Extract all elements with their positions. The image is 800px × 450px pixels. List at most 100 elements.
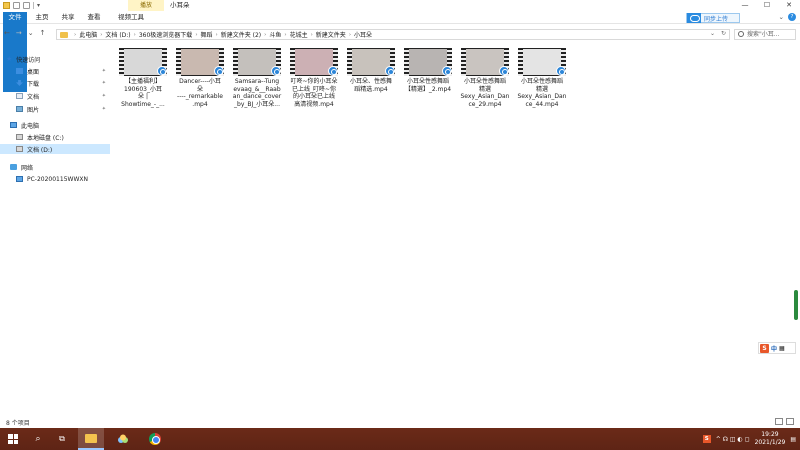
file-name: 叮咚~你的小耳朵 已上线_叮咚~你 的小耳朵已上线 高清视频.mp4 xyxy=(290,78,338,108)
quick-access-toolbar: ▾ xyxy=(3,2,40,9)
ime-toolbar[interactable]: S 中 ▦ xyxy=(758,342,796,354)
nav-doc-drive[interactable]: 文档 (D:) xyxy=(0,144,110,154)
ribbon-help-area: ⌄ ? xyxy=(779,13,796,21)
computer-icon xyxy=(16,176,23,182)
up-arrow-icon[interactable]: ↑ xyxy=(40,29,46,37)
new-folder-icon[interactable] xyxy=(23,2,30,9)
tab-video-tools[interactable]: 视频工具 xyxy=(114,12,148,23)
drive-icon xyxy=(16,134,23,140)
expand-ribbon-icon[interactable]: ⌄ xyxy=(779,13,784,21)
sync-status-icon xyxy=(556,66,566,76)
nav-label: 此电脑 xyxy=(21,122,40,130)
maximize-button[interactable]: ☐ xyxy=(756,0,778,11)
sync-upload-button[interactable]: 同步上传 xyxy=(686,13,740,23)
tab-home[interactable]: 主页 xyxy=(32,12,52,23)
properties-icon[interactable] xyxy=(13,2,20,9)
context-tab-play[interactable]: 播放 xyxy=(128,0,164,11)
nav-this-pc[interactable]: 此电脑 xyxy=(10,120,110,130)
file-item[interactable]: 小耳朵性感舞蹈 【精選】_2.mp4 xyxy=(397,48,453,128)
breadcrumb-360-downloads[interactable]: 360极速浏览器下载 xyxy=(139,30,192,39)
sync-status-icon xyxy=(442,66,452,76)
item-count: 8 个项目 xyxy=(6,420,30,427)
help-icon[interactable]: ? xyxy=(788,13,796,21)
nav-label: 文档 (D:) xyxy=(27,146,53,154)
nav-downloads[interactable]: 下载 ✦ xyxy=(16,78,110,88)
scroll-handle[interactable] xyxy=(794,290,798,320)
chevron-right-icon: › xyxy=(215,31,218,38)
tray-icons[interactable]: ^ ☊ ◫ ◐ ◻ xyxy=(716,436,750,443)
breadcrumb-current[interactable]: 小耳朵 xyxy=(354,30,372,39)
cloud-icon xyxy=(118,434,128,443)
file-name: 小耳朵性感舞蹈 精選 Sexy_Asian_Dan ce_44.mp4 xyxy=(517,78,567,108)
breadcrumb-douyu[interactable]: 斗鱼 xyxy=(269,30,281,39)
taskbar-browser[interactable] xyxy=(142,428,168,450)
windows-logo-icon xyxy=(8,434,18,444)
large-icons-view-icon[interactable] xyxy=(786,418,794,425)
forward-arrow-icon[interactable]: → xyxy=(16,29,22,37)
recent-locations-icon[interactable]: ⌄ xyxy=(28,29,34,37)
breadcrumb-dance[interactable]: 舞蹈 xyxy=(201,30,213,39)
sync-status-icon xyxy=(499,66,509,76)
chevron-right-icon: › xyxy=(195,31,198,38)
ime-settings-icon: ▦ xyxy=(779,344,785,352)
sogou-icon[interactable]: S xyxy=(702,435,711,443)
file-item[interactable]: 小耳朵性感舞蹈 精選 Sexy_Asian_Dan ce_29.mp4 xyxy=(454,48,510,128)
nav-label: 下载 xyxy=(27,80,40,88)
breadcrumb-d-drive[interactable]: 文档 (D:) xyxy=(105,30,130,39)
file-item[interactable]: Samsara--Tung evaag_&__Raab an_dance_cov… xyxy=(226,48,282,128)
file-item[interactable]: 小耳朵、性感舞 蹈精选.mp4 xyxy=(340,48,396,128)
taskbar-file-explorer[interactable] xyxy=(78,428,104,450)
minimize-button[interactable]: — xyxy=(734,0,756,11)
cloud-icon xyxy=(687,13,701,23)
file-item[interactable]: 【主播福利】 190603_小耳 朵 | Showtime_-_... xyxy=(112,48,168,128)
close-button[interactable]: ✕ xyxy=(778,0,800,11)
taskbar-cloud-app[interactable] xyxy=(110,428,136,450)
explorer-window: ▾ 播放 小耳朵 — ☐ ✕ 文件 主页 共享 查看 视频工具 同步上传 ⌄ ?… xyxy=(0,0,800,428)
drive-icon xyxy=(16,146,23,152)
breadcrumb-new-folder[interactable]: 新建文件夹 xyxy=(316,30,346,39)
chevron-right-icon: › xyxy=(100,31,103,38)
tab-view[interactable]: 查看 xyxy=(84,12,104,23)
address-actions: ⌄ ↻ xyxy=(707,30,729,39)
nav-documents[interactable]: 文档 ✦ xyxy=(16,91,110,101)
breadcrumb-huachengzhu[interactable]: 花城主 xyxy=(290,30,308,39)
breadcrumb-new-folder-2[interactable]: 新建文件夹 (2) xyxy=(221,30,261,39)
toolbar-divider xyxy=(33,2,34,9)
tab-share[interactable]: 共享 xyxy=(58,12,78,23)
nav-network[interactable]: 网络 xyxy=(10,162,110,172)
search-icon[interactable]: ⌕ xyxy=(26,428,50,450)
chevron-down-icon[interactable]: ⌄ xyxy=(710,30,715,39)
nav-quick-access[interactable]: ★ 快速访问 xyxy=(6,54,110,64)
file-grid: 【主播福利】 190603_小耳 朵 | Showtime_-_... Dance… xyxy=(112,46,792,416)
folder-icon xyxy=(85,433,97,443)
back-arrow-icon[interactable]: ← xyxy=(4,29,10,37)
sync-status-icon xyxy=(214,66,224,76)
refresh-icon[interactable]: ↻ xyxy=(721,30,726,39)
start-button[interactable] xyxy=(0,428,26,450)
file-name: 小耳朵性感舞蹈 精選 Sexy_Asian_Dan ce_29.mp4 xyxy=(460,78,510,108)
file-item[interactable]: 小耳朵性感舞蹈 精選 Sexy_Asian_Dan ce_44.mp4 xyxy=(511,48,567,128)
breadcrumb-this-pc[interactable]: 此电脑 xyxy=(79,30,97,39)
taskbar: ⌕ ⧉ S ^ ☊ ◫ ◐ ◻ 19:29 2021/1/29 ▤ xyxy=(0,428,800,450)
details-view-icon[interactable] xyxy=(775,418,783,425)
notification-icon[interactable]: ▤ xyxy=(790,436,796,443)
nav-desktop[interactable]: 桌面 ✦ xyxy=(16,66,110,76)
customize-toolbar-icon[interactable]: ▾ xyxy=(37,2,40,9)
nav-label: PC-20200115WWXN xyxy=(27,175,88,183)
folder-icon[interactable] xyxy=(3,2,10,9)
address-bar[interactable]: › 此电脑 › 文档 (D:) › 360极速浏览器下载 › 舞蹈 › 新建文件… xyxy=(56,29,730,40)
file-name: 小耳朵、性感舞 蹈精选.mp4 xyxy=(349,78,392,93)
task-view-icon[interactable]: ⧉ xyxy=(50,428,74,450)
file-item[interactable]: 叮咚~你的小耳朵 已上线_叮咚~你 的小耳朵已上线 高清视频.mp4 xyxy=(283,48,339,128)
clock[interactable]: 19:29 2021/1/29 xyxy=(755,431,786,447)
search-input[interactable]: 搜索"小耳... xyxy=(734,29,796,40)
nav-pc-name[interactable]: PC-20200115WWXN xyxy=(16,174,110,184)
nav-pictures[interactable]: 图片 ✦ xyxy=(16,104,110,114)
pin-icon: ✦ xyxy=(101,68,106,74)
document-icon xyxy=(16,93,23,99)
chevron-right-icon: › xyxy=(133,31,136,38)
window-controls: — ☐ ✕ xyxy=(734,0,800,11)
file-name: 小耳朵性感舞蹈 【精選】_2.mp4 xyxy=(404,78,452,93)
file-item[interactable]: Dancer----小耳 朵 ----_remarkable .mp4 xyxy=(169,48,225,128)
nav-local-disk[interactable]: 本地磁盘 (C:) xyxy=(16,132,110,142)
